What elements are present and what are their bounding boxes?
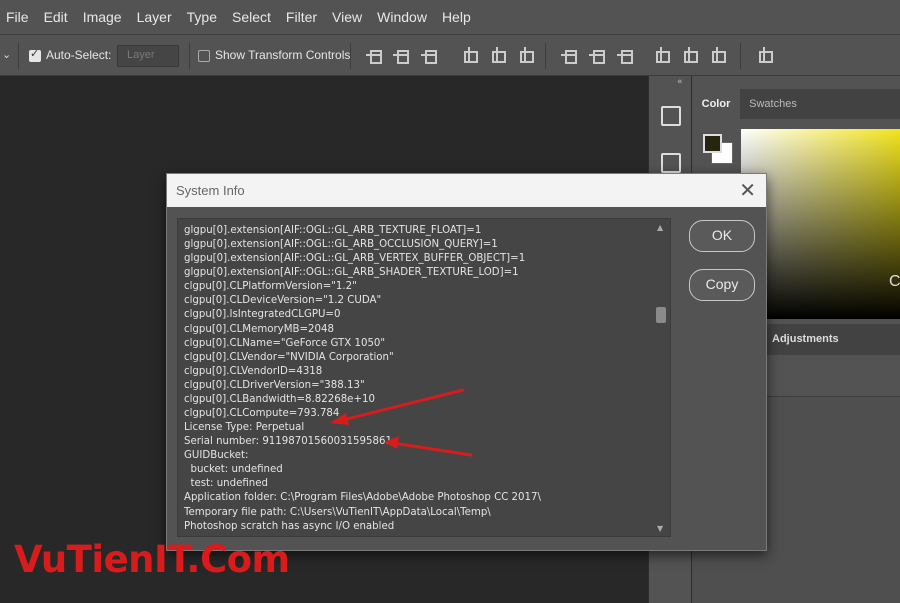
distribute-top-icon[interactable] <box>561 47 577 64</box>
tab-color[interactable]: Color <box>692 89 740 119</box>
scrollbar-thumb[interactable] <box>656 307 666 323</box>
align-vertical-center-icon[interactable] <box>393 47 409 64</box>
info-line: test: undefined <box>184 478 268 490</box>
tab-adjustments[interactable]: Adjustments <box>772 324 839 355</box>
menu-help[interactable]: Help <box>436 9 480 25</box>
info-line: clgpu[0].CLDriverVersion="388.13" <box>184 379 365 391</box>
info-line: clgpu[0].CLBandwidth=8.82268e+10 <box>184 393 375 405</box>
info-line: clgpu[0].CLVendorID=4318 <box>184 365 323 377</box>
color-field-marker[interactable]: C <box>889 273 900 291</box>
history-icon[interactable] <box>661 106 681 126</box>
align-horizontal-center-icon[interactable] <box>489 47 506 63</box>
info-line: glgpu[0].extension[AIF::OGL::GL_ARB_OCCL… <box>184 239 498 251</box>
separator <box>740 43 741 69</box>
system-info-lines: glgpu[0].extension[AIF::OGL::GL_ARB_TEXT… <box>184 224 654 534</box>
menu-bar: File Edit Image Layer Type Select Filter… <box>0 0 900 34</box>
chevron-down-icon[interactable]: ⌄ <box>2 48 11 61</box>
distribute-left-icon[interactable] <box>653 47 670 63</box>
info-line: License Type: Perpetual <box>184 422 305 434</box>
menu-view[interactable]: View <box>326 9 371 25</box>
align-bottom-icon[interactable] <box>421 47 437 64</box>
info-line: Serial number: 91198701560031595861 <box>184 436 392 448</box>
info-line: clgpu[0].CLVendor="NVIDIA Corporation" <box>184 351 394 363</box>
distribute-right-icon[interactable] <box>709 47 726 63</box>
menu-select[interactable]: Select <box>226 9 280 25</box>
info-line: clgpu[0].CLName="GeForce GTX 1050" <box>184 337 386 349</box>
ok-button[interactable]: OK <box>689 220 755 252</box>
auto-select-label: Auto-Select: <box>46 48 112 62</box>
separator <box>350 43 351 69</box>
copy-button[interactable]: Copy <box>689 269 755 301</box>
separator <box>545 43 546 69</box>
distribute-horizontal-center-icon[interactable] <box>681 47 698 63</box>
watermark: VuTienIT.Com <box>14 538 290 581</box>
scroll-down-icon[interactable]: ▼ <box>657 524 663 533</box>
info-line: bucket: undefined <box>184 464 283 476</box>
system-info-dialog: System Info ✕ glgpu[0].extension[AIF::OG… <box>166 173 767 551</box>
menu-file[interactable]: File <box>0 9 38 25</box>
auto-align-icon[interactable] <box>756 47 773 63</box>
align-left-icon[interactable] <box>461 47 478 63</box>
info-line: clgpu[0].CLDeviceVersion="1.2 CUDA" <box>184 295 382 307</box>
info-line: Photoshop scratch has async I/O enabled <box>184 520 395 532</box>
show-transform-label: Show Transform Controls <box>215 48 351 62</box>
auto-select-checkbox[interactable] <box>29 47 41 62</box>
scroll-up-icon[interactable]: ▲ <box>657 223 663 232</box>
separator <box>189 43 190 69</box>
distribute-vertical-center-icon[interactable] <box>589 47 605 64</box>
properties-icon[interactable] <box>661 153 681 173</box>
scrollbar[interactable]: ▲ ▼ <box>654 219 670 536</box>
align-right-icon[interactable] <box>517 47 534 63</box>
align-top-icon[interactable] <box>366 47 382 64</box>
panel-tab-bar: Color Swatches <box>692 89 900 119</box>
dialog-titlebar[interactable]: System Info ✕ <box>167 174 766 207</box>
info-line: Temporary file path: C:\Users\VuTienIT\A… <box>184 506 491 518</box>
separator <box>18 43 19 69</box>
show-transform-checkbox[interactable] <box>198 50 210 62</box>
options-bar: ⌄ Auto-Select: Layer Show Transform Cont… <box>0 34 900 76</box>
double-chevron-icon[interactable]: « <box>677 77 683 87</box>
info-line: clgpu[0].CLCompute=793.784 <box>184 408 340 420</box>
menu-filter[interactable]: Filter <box>280 9 326 25</box>
auto-select-target-dropdown[interactable]: Layer <box>117 45 179 67</box>
info-line: GUIDBucket: <box>184 450 249 462</box>
menu-edit[interactable]: Edit <box>38 9 77 25</box>
distribute-bottom-icon[interactable] <box>617 47 633 64</box>
info-line: Application folder: C:\Program Files\Ado… <box>184 492 541 504</box>
close-icon[interactable]: ✕ <box>739 178 756 202</box>
foreground-color-swatch[interactable] <box>703 134 722 153</box>
menu-type[interactable]: Type <box>181 9 226 25</box>
tab-swatches[interactable]: Swatches <box>740 89 806 119</box>
info-line: clgpu[0].CLMemoryMB=2048 <box>184 323 334 335</box>
info-line: clgpu[0].CLPlatformVersion="1.2" <box>184 281 357 293</box>
menu-image[interactable]: Image <box>77 9 131 25</box>
menu-layer[interactable]: Layer <box>131 9 181 25</box>
info-line: glgpu[0].extension[AIF::OGL::GL_ARB_VERT… <box>184 253 526 265</box>
system-info-text-area[interactable]: glgpu[0].extension[AIF::OGL::GL_ARB_TEXT… <box>177 218 671 537</box>
info-line: glgpu[0].extension[AIF::OGL::GL_ARB_TEXT… <box>184 225 482 236</box>
menu-window[interactable]: Window <box>371 9 436 25</box>
info-line: clgpu[0].IsIntegratedCLGPU=0 <box>184 309 341 321</box>
info-line: glgpu[0].extension[AIF::OGL::GL_ARB_SHAD… <box>184 267 519 279</box>
dialog-title: System Info <box>176 183 245 198</box>
